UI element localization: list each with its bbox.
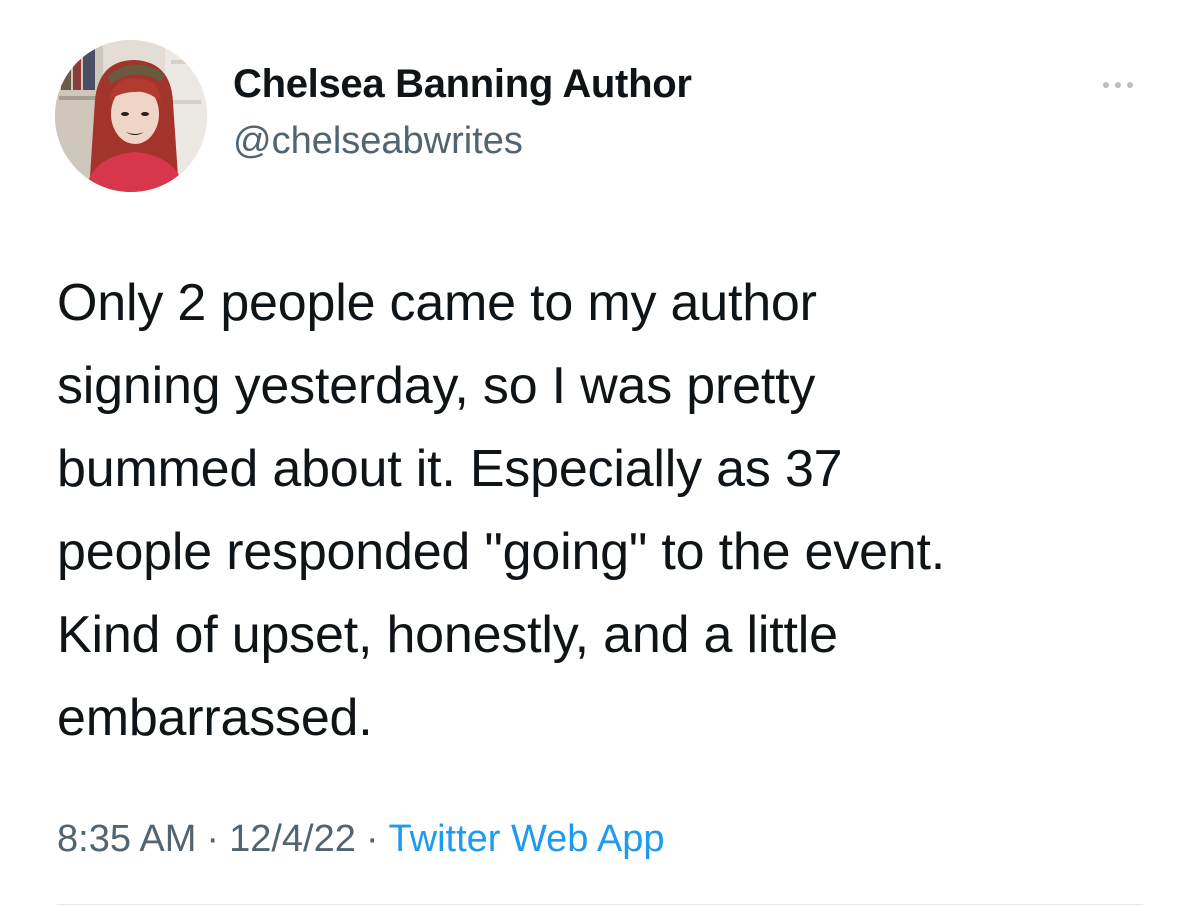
avatar[interactable] (55, 40, 207, 192)
profile-photo-icon (55, 40, 207, 192)
tweet-source-link[interactable]: Twitter Web App (389, 818, 665, 860)
tweet-metadata: 8:35 AM · 12/4/22 · Twitter Web App (57, 818, 665, 861)
more-dot (1103, 82, 1109, 88)
more-dot (1127, 82, 1133, 88)
more-dot (1115, 82, 1121, 88)
meta-separator: · (206, 818, 220, 860)
tweet-date[interactable]: 12/4/22 (229, 818, 356, 860)
tweet-text: Only 2 people came to my author signing … (57, 274, 946, 747)
meta-separator: · (365, 818, 379, 860)
more-options-button[interactable] (1092, 70, 1144, 100)
tweet-card: Chelsea Banning Author @chelseabwrites O… (0, 0, 1200, 907)
user-handle[interactable]: @chelseabwrites (233, 120, 523, 163)
tweet-time[interactable]: 8:35 AM (57, 818, 196, 860)
divider (57, 904, 1143, 905)
display-name[interactable]: Chelsea Banning Author (233, 62, 692, 107)
